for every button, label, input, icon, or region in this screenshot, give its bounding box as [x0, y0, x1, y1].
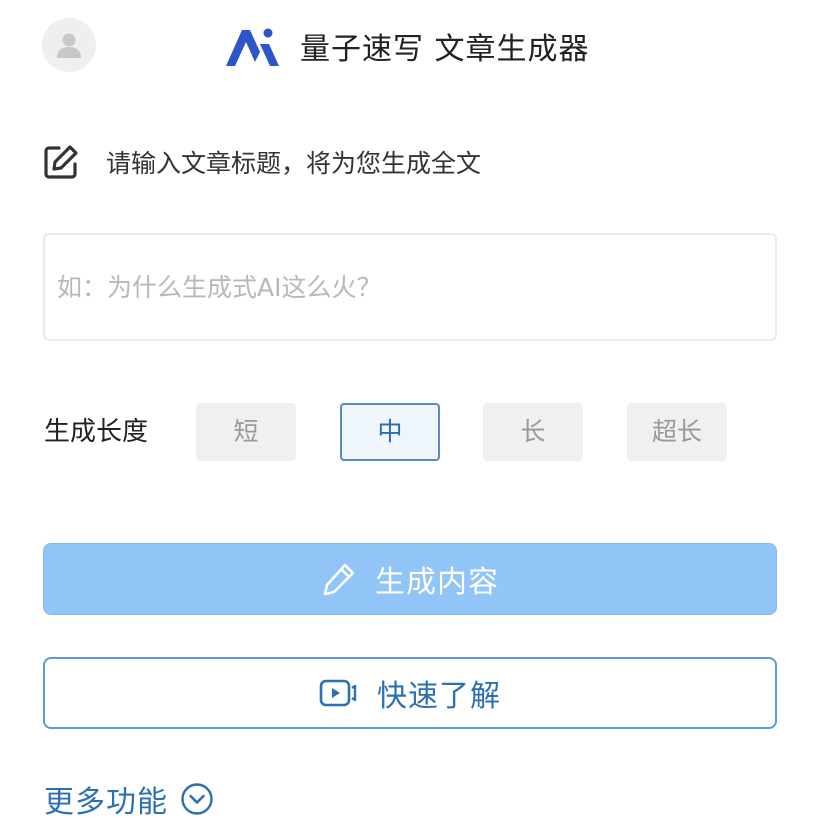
video-play-icon	[319, 679, 357, 707]
user-avatar-icon	[57, 33, 81, 58]
chevron-down-circle-icon	[181, 783, 213, 815]
generate-button-label: 生成内容	[375, 565, 499, 600]
length-label: 生成长度	[44, 417, 149, 447]
quick-learn-button[interactable]: 快速了解	[43, 657, 777, 729]
app-header: 量子速写 文章生成器	[0, 0, 820, 95]
user-avatar[interactable]	[42, 18, 96, 72]
page-title: 量子速写 文章生成器	[300, 32, 590, 67]
article-title-input[interactable]	[43, 233, 777, 341]
more-features-label: 更多功能	[44, 785, 168, 820]
length-option-medium[interactable]: 中	[340, 403, 440, 461]
prompt-row: 请输入文章标题，将为您生成全文	[42, 140, 481, 184]
edit-icon	[44, 145, 78, 179]
length-selector: 生成长度 短 中 长 超长	[44, 403, 784, 461]
generate-content-button[interactable]: 生成内容	[43, 543, 777, 615]
pencil-icon	[323, 563, 355, 596]
brand: 量子速写 文章生成器	[224, 24, 590, 68]
length-option-long[interactable]: 长	[483, 403, 583, 461]
length-option-short[interactable]: 短	[196, 403, 296, 461]
quick-learn-label: 快速了解	[377, 679, 501, 714]
ai-logo-icon	[226, 28, 279, 66]
prompt-text: 请输入文章标题，将为您生成全文	[106, 149, 482, 178]
more-features-toggle[interactable]: 更多功能	[44, 776, 214, 822]
length-option-extra-long[interactable]: 超长	[627, 403, 727, 461]
